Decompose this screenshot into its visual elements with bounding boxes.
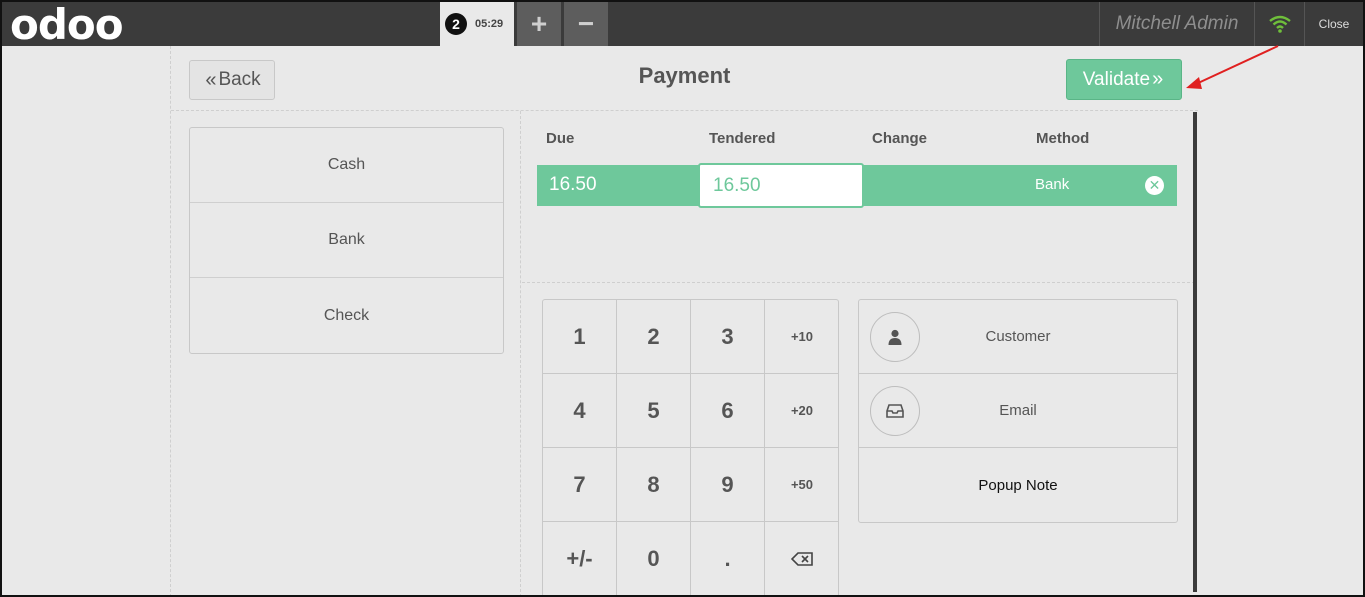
paymentlines-table: Due Tendered Change Method 16.50 16.50 B… bbox=[522, 111, 1195, 283]
payment-method-list: Cash Bank Check bbox=[189, 127, 504, 354]
page-title: Payment bbox=[638, 63, 731, 88]
numpad-key-8[interactable]: 8 bbox=[617, 448, 691, 522]
customer-button-label: Customer bbox=[985, 328, 1051, 345]
tendered-input[interactable]: 16.50 bbox=[698, 163, 864, 208]
numpad-key-2[interactable]: 2 bbox=[617, 300, 691, 374]
payment-method-cash[interactable]: Cash bbox=[190, 128, 503, 203]
payment-extras: Customer Email Popup Note bbox=[858, 299, 1178, 523]
numpad-key-dot[interactable]: . bbox=[691, 522, 765, 595]
delete-paymentline-icon[interactable]: ✕ bbox=[1145, 176, 1164, 195]
payment-header: « Back Payment Validate » bbox=[171, 46, 1198, 111]
paymentline-due: 16.50 bbox=[549, 174, 597, 195]
backspace-icon bbox=[791, 551, 813, 566]
payment-method-check[interactable]: Check bbox=[190, 278, 503, 353]
connection-status[interactable] bbox=[1254, 2, 1304, 46]
top-bar: odoo 2 05:29 + − Mitchell Admin Close bbox=[2, 0, 1363, 49]
remove-order-button[interactable]: − bbox=[564, 2, 608, 46]
column-header-method: Method bbox=[1036, 130, 1090, 147]
numpad-key-3[interactable]: 3 bbox=[691, 300, 765, 374]
numpad: 1 2 3 +10 4 5 6 +20 7 8 9 +50 +/- 0 . bbox=[542, 299, 839, 595]
add-order-button[interactable]: + bbox=[517, 2, 561, 46]
numpad-key-4[interactable]: 4 bbox=[543, 374, 617, 448]
order-tab[interactable]: 2 05:29 bbox=[440, 2, 514, 46]
popup-note-button[interactable]: Popup Note bbox=[859, 448, 1177, 522]
wifi-icon bbox=[1268, 15, 1291, 33]
paymentline-row[interactable]: 16.50 16.50 Bank ✕ bbox=[537, 163, 1177, 208]
payment-screen: « Back Payment Validate » Cash Bank Chec… bbox=[170, 46, 1198, 595]
validate-button[interactable]: Validate » bbox=[1066, 59, 1182, 100]
payment-method-bank[interactable]: Bank bbox=[190, 203, 503, 278]
order-time: 05:29 bbox=[475, 18, 504, 30]
validate-button-label: Validate bbox=[1082, 68, 1151, 90]
odoo-logo: odoo bbox=[10, 0, 124, 49]
column-header-change: Change bbox=[872, 130, 928, 147]
payment-methods-panel: Cash Bank Check bbox=[171, 111, 521, 595]
user-name[interactable]: Mitchell Admin bbox=[1099, 2, 1254, 46]
numpad-key-9[interactable]: 9 bbox=[691, 448, 765, 522]
column-header-due: Due bbox=[546, 130, 575, 147]
numpad-key-plus20[interactable]: +20 bbox=[765, 374, 838, 448]
chevron-double-right-icon: » bbox=[1152, 68, 1164, 90]
order-number-badge: 2 bbox=[445, 13, 467, 35]
numpad-key-5[interactable]: 5 bbox=[617, 374, 691, 448]
close-button[interactable]: Close bbox=[1304, 2, 1363, 46]
numpad-key-7[interactable]: 7 bbox=[543, 448, 617, 522]
numpad-key-backspace[interactable] bbox=[765, 522, 838, 595]
numpad-key-1[interactable]: 1 bbox=[543, 300, 617, 374]
user-icon bbox=[870, 312, 920, 362]
email-button[interactable]: Email bbox=[859, 374, 1177, 448]
numpad-key-plus10[interactable]: +10 bbox=[765, 300, 838, 374]
paymentline-method: Bank bbox=[1035, 176, 1070, 193]
numpad-key-0[interactable]: 0 bbox=[617, 522, 691, 595]
pos-window: odoo 2 05:29 + − Mitchell Admin Close « … bbox=[0, 0, 1365, 597]
scrollbar[interactable] bbox=[1193, 112, 1197, 592]
inbox-icon bbox=[870, 386, 920, 436]
column-header-tendered: Tendered bbox=[709, 130, 776, 147]
customer-button[interactable]: Customer bbox=[859, 300, 1177, 374]
numpad-key-sign[interactable]: +/- bbox=[543, 522, 617, 595]
numpad-key-plus50[interactable]: +50 bbox=[765, 448, 838, 522]
numpad-key-6[interactable]: 6 bbox=[691, 374, 765, 448]
popup-note-label: Popup Note bbox=[978, 476, 1058, 494]
email-button-label: Email bbox=[999, 402, 1037, 419]
